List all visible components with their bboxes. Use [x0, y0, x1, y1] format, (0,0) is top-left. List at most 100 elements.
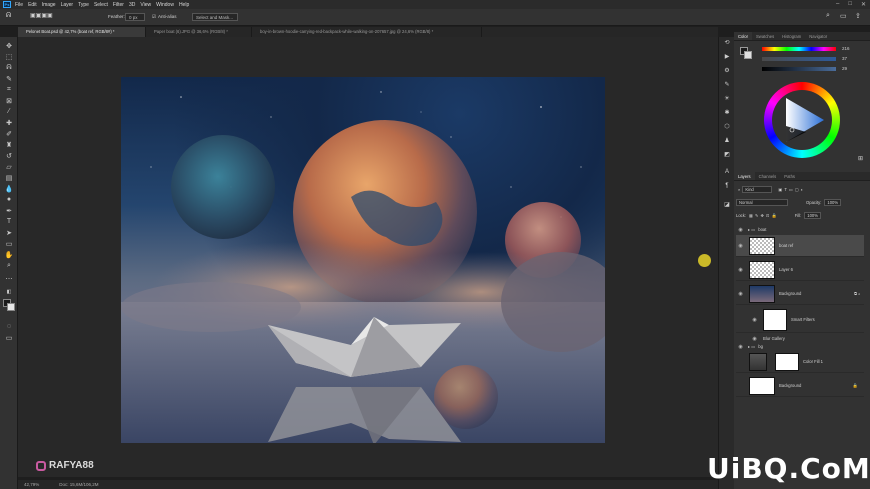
zoom-level[interactable]: 42,79%	[24, 482, 39, 487]
character-icon[interactable]: A	[722, 169, 732, 177]
zoom-tool-icon[interactable]: ⌕	[4, 261, 14, 270]
opacity-input[interactable]: 100%	[824, 199, 842, 206]
path-select-tool-icon[interactable]: ➤	[4, 228, 14, 237]
layer-group-boat[interactable]: ◉ ▸ ▭ boat	[736, 225, 864, 234]
tab-swatches[interactable]: Swatches	[752, 32, 778, 40]
tab-layers[interactable]: Layers	[734, 172, 755, 180]
quick-mask-icon[interactable]: ◌	[4, 322, 14, 331]
menu-type[interactable]: Type	[78, 2, 89, 8]
visibility-eye-icon[interactable]: ◉	[736, 267, 745, 273]
layer-group-bg[interactable]: ◉ ▸ ▭ bg	[736, 342, 864, 351]
tab-paper-boat[interactable]: Paper boat (6).JPG @ 36,6% (RGB/8) *	[146, 27, 252, 37]
lasso-tool-icon[interactable]: ᕱ	[4, 63, 14, 72]
brightness-value[interactable]: 29	[842, 66, 847, 71]
filter-icons[interactable]: ▣T▭▢◐	[778, 187, 805, 192]
history-icon[interactable]: ⟲	[722, 39, 732, 47]
gradient-tool-icon[interactable]: ▤	[4, 173, 14, 182]
color-options-icon[interactable]: ⊞	[858, 155, 863, 162]
tab-channels[interactable]: Channels	[755, 172, 781, 180]
select-and-mask-button[interactable]: Select and Mask...	[192, 13, 238, 21]
saturation-value[interactable]: 37	[842, 56, 847, 61]
hue-value[interactable]: 216	[842, 46, 850, 51]
saturation-slider[interactable]	[762, 57, 836, 61]
visibility-eye-icon[interactable]: ◉	[736, 227, 745, 233]
brush-tool-icon[interactable]: ✐	[4, 129, 14, 138]
default-colors-icon[interactable]: ◧	[4, 287, 14, 296]
document-canvas[interactable]	[121, 77, 605, 443]
search-icon[interactable]: ⌕	[826, 12, 830, 20]
brushes-icon[interactable]: ✎	[722, 81, 732, 89]
antialias-checkbox-icon[interactable]: ☑	[152, 14, 156, 20]
properties-icon[interactable]: ⚙	[722, 67, 732, 75]
more-tools-icon[interactable]: ⋯	[4, 274, 14, 283]
crop-tool-icon[interactable]: ⌗	[4, 85, 14, 94]
maximize-icon[interactable]: □	[848, 1, 852, 8]
brightness-slider[interactable]	[762, 67, 836, 71]
type-tool-icon[interactable]: T	[4, 217, 14, 226]
menu-filter[interactable]: Filter	[113, 2, 124, 8]
minimize-icon[interactable]: –	[836, 1, 839, 8]
color-triangle[interactable]	[782, 96, 826, 144]
paragraph-icon[interactable]: ¶	[722, 183, 732, 191]
tab-paths[interactable]: Paths	[780, 172, 799, 180]
layer-boat-ref[interactable]: ◉ boat ref	[736, 235, 864, 257]
layers-comp-icon[interactable]: ◪	[722, 201, 732, 209]
hue-slider[interactable]	[762, 47, 836, 51]
eyedropper-tool-icon[interactable]: ⁄	[4, 107, 14, 116]
menu-help[interactable]: Help	[179, 2, 189, 8]
visibility-eye-icon[interactable]: ◉	[736, 344, 745, 350]
layer-6[interactable]: ◉ Layer 6	[736, 259, 864, 281]
layer-color-fill[interactable]: Color Fill 1	[736, 351, 864, 373]
history-brush-icon[interactable]: ↺	[4, 151, 14, 160]
lasso-tool-icon[interactable]: ᕱ	[6, 12, 11, 20]
selection-mode-icons[interactable]: ▣▣▣▣	[30, 12, 53, 19]
menu-edit[interactable]: Edit	[28, 2, 37, 8]
tab-color[interactable]: Color	[734, 32, 753, 40]
tab-pelonet-boat[interactable]: Pelonet Boat.psd @ 42,7% (boat ref, RGB/…	[18, 27, 146, 37]
visibility-eye-icon[interactable]: ◉	[736, 243, 745, 249]
workspace-icon[interactable]: ▭	[840, 12, 847, 20]
blend-mode-select[interactable]: Normal	[736, 199, 788, 206]
menu-select[interactable]: Select	[94, 2, 108, 8]
smart-filters-row[interactable]: ◉ Smart Filters	[736, 307, 864, 333]
menu-layer[interactable]: Layer	[61, 2, 74, 8]
adjustments-icon[interactable]: ☀	[722, 95, 732, 103]
menu-3d[interactable]: 3D	[129, 2, 135, 8]
lock-icons[interactable]: ▦✎✥⊡🔒	[749, 213, 779, 219]
layer-background-smart[interactable]: ◉ Background ⧉ ▴	[736, 283, 864, 305]
feather-input[interactable]: 0 px	[125, 13, 145, 21]
tab-navigator[interactable]: Navigator	[805, 32, 831, 40]
move-tool-icon[interactable]: ✥	[4, 41, 14, 50]
quick-select-tool-icon[interactable]: ✎	[4, 74, 14, 83]
menu-image[interactable]: Image	[42, 2, 56, 8]
stamp-tool-icon[interactable]: ♜	[4, 140, 14, 149]
actions-icon[interactable]: ▶	[722, 53, 732, 61]
tab-boy-hoodie[interactable]: boy-in-brown-hoodie-carrying-red-backpac…	[252, 27, 482, 37]
marquee-tool-icon[interactable]: ⬚	[4, 52, 14, 61]
styles-icon[interactable]: ✱	[722, 109, 732, 117]
menu-file[interactable]: File	[15, 2, 23, 8]
dodge-tool-icon[interactable]: ●	[4, 195, 14, 204]
kind-select[interactable]: Kind	[742, 186, 773, 193]
hand-tool-icon[interactable]: ✋	[4, 250, 14, 259]
bg-color-chip[interactable]	[744, 51, 752, 59]
visibility-eye-icon[interactable]: ◉	[736, 291, 745, 297]
eraser-tool-icon[interactable]: ▱	[4, 162, 14, 171]
tab-histogram[interactable]: Histogram	[778, 32, 805, 40]
layer-background[interactable]: Background 🔒	[736, 375, 864, 397]
libraries-icon[interactable]: ♟	[722, 137, 732, 145]
visibility-eye-icon[interactable]: ◉	[750, 317, 759, 323]
swatch-icon[interactable]: ◩	[722, 151, 732, 159]
shape-tool-icon[interactable]: ▭	[4, 239, 14, 248]
close-icon[interactable]: ✕	[861, 1, 866, 8]
background-color-swatch[interactable]	[7, 303, 15, 311]
share-icon[interactable]: ⇪	[855, 12, 861, 20]
screen-mode-icon[interactable]: ▭	[4, 333, 14, 342]
blur-tool-icon[interactable]: 💧	[4, 184, 14, 193]
menu-window[interactable]: Window	[156, 2, 174, 8]
frame-tool-icon[interactable]: ⊠	[4, 96, 14, 105]
3d-icon[interactable]: ⬡	[722, 123, 732, 131]
menu-view[interactable]: View	[140, 2, 151, 8]
pen-tool-icon[interactable]: ✒	[4, 206, 14, 215]
visibility-eye-icon[interactable]: ◉	[750, 336, 759, 342]
